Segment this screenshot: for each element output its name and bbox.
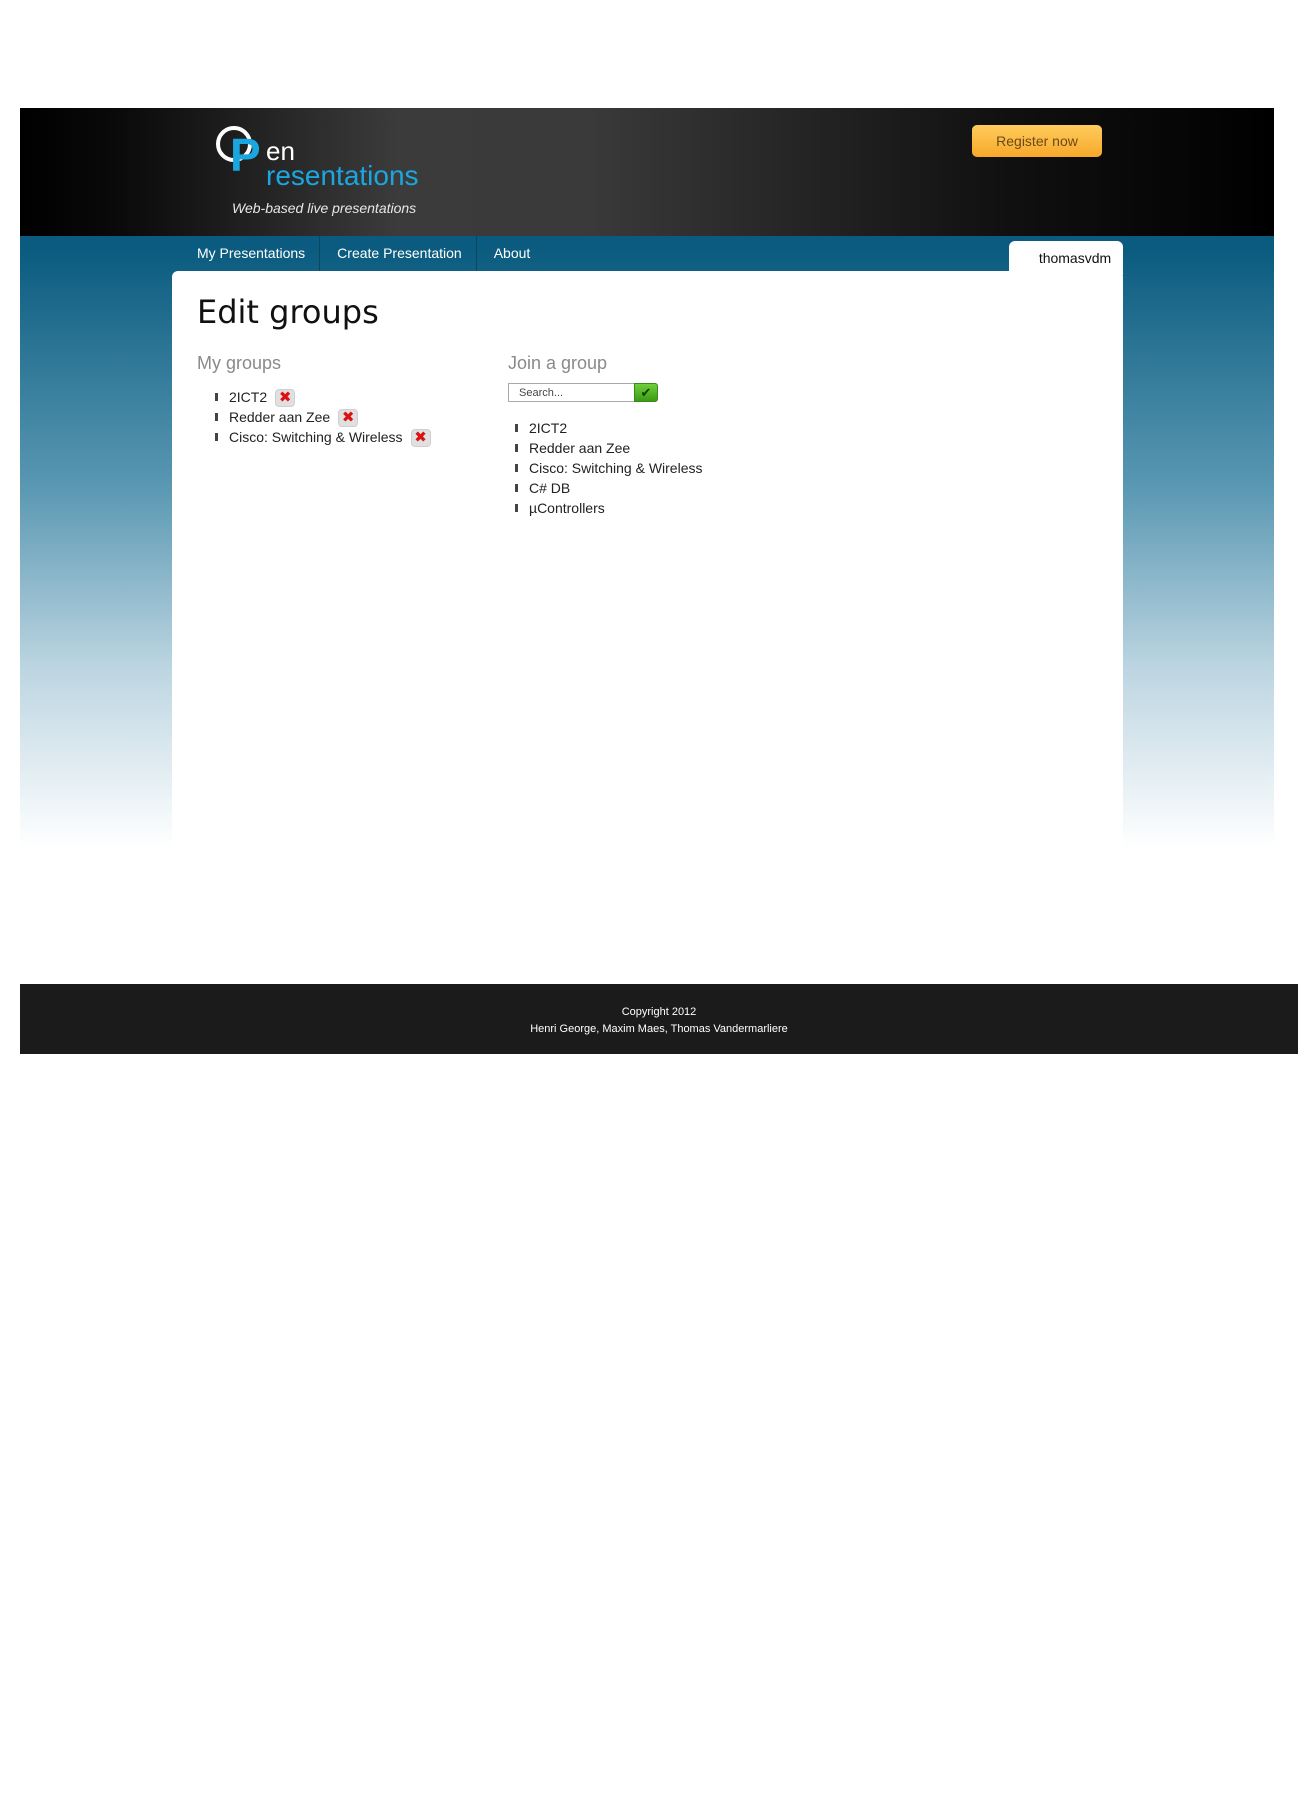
list-item[interactable]: 2ICT2 xyxy=(515,418,703,438)
join-group-heading: Join a group xyxy=(508,353,608,373)
bullet-icon xyxy=(515,444,518,452)
site-logo[interactable]: P en resentations Web-based live present… xyxy=(216,126,456,216)
remove-icon[interactable]: ✖ xyxy=(275,389,296,408)
site-footer: Copyright 2012 Henri George, Maxim Maes,… xyxy=(20,984,1298,1054)
join-groups-list: 2ICT2 Redder aan Zee Cisco: Switching & … xyxy=(515,418,703,518)
group-label: C# DB xyxy=(529,480,571,496)
authors-text: Henri George, Maxim Maes, Thomas Vanderm… xyxy=(530,1023,788,1035)
nav-item-about[interactable]: About xyxy=(477,236,545,271)
group-label: µControllers xyxy=(529,500,605,516)
bullet-icon xyxy=(215,413,218,421)
list-item[interactable]: Redder aan Zee xyxy=(515,438,703,458)
list-item[interactable]: C# DB xyxy=(515,478,703,498)
group-label: 2ICT2 xyxy=(529,420,568,436)
bullet-icon xyxy=(215,433,218,441)
register-button[interactable]: Register now xyxy=(972,125,1102,157)
bullet-icon xyxy=(515,424,518,432)
list-item: Cisco: Switching & Wireless ✖ xyxy=(215,427,431,448)
main-nav: My Presentations Create Presentation Abo… xyxy=(180,236,544,271)
bullet-icon xyxy=(515,464,518,472)
logo-word-resentations: resentations xyxy=(266,160,419,191)
check-icon[interactable]: ✔ xyxy=(634,383,658,402)
logo-tagline: Web-based live presentations xyxy=(232,200,417,216)
copyright-text: Copyright 2012 xyxy=(621,1006,697,1018)
remove-icon[interactable]: ✖ xyxy=(338,409,359,428)
bullet-icon xyxy=(515,484,518,492)
group-label: Redder aan Zee xyxy=(529,440,631,456)
nav-item-create-presentation[interactable]: Create Presentation xyxy=(320,236,477,271)
group-label: 2ICT2 xyxy=(229,389,268,405)
page-frame: P en resentations Web-based live present… xyxy=(20,108,1274,850)
content-panel: Edit groups My groups 2ICT2 ✖ Redder aan … xyxy=(172,271,1123,850)
group-label: Cisco: Switching & Wireless xyxy=(229,429,403,445)
group-label: Redder aan Zee xyxy=(229,409,331,425)
my-groups-heading: My groups xyxy=(197,353,282,373)
list-item: 2ICT2 ✖ xyxy=(215,387,431,408)
list-item[interactable]: Cisco: Switching & Wireless xyxy=(515,458,703,478)
site-header: P en resentations Web-based live present… xyxy=(20,108,1274,236)
list-item: Redder aan Zee ✖ xyxy=(215,407,431,428)
nav-item-my-presentations[interactable]: My Presentations xyxy=(180,236,321,271)
bullet-icon xyxy=(215,393,218,401)
bullet-icon xyxy=(515,504,518,512)
logo-letter-p: P xyxy=(230,129,261,181)
list-item[interactable]: µControllers xyxy=(515,498,703,518)
group-search: ✔ xyxy=(508,383,658,402)
search-input[interactable] xyxy=(508,383,635,402)
my-groups-list: 2ICT2 ✖ Redder aan Zee ✖ Cisco: Switching … xyxy=(215,387,431,448)
remove-icon[interactable]: ✖ xyxy=(410,429,431,448)
group-label: Cisco: Switching & Wireless xyxy=(529,460,703,476)
user-tab[interactable]: thomasvdm xyxy=(1009,241,1123,275)
page-title: Edit groups xyxy=(197,293,379,331)
